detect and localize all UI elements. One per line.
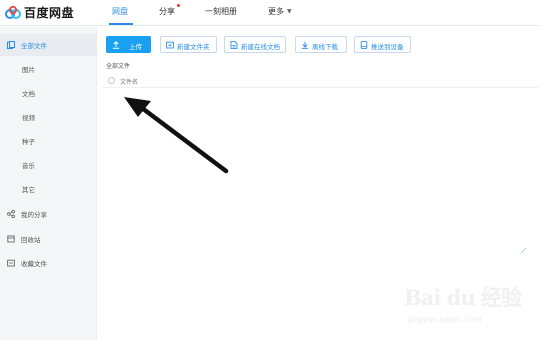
select-all-checkbox[interactable] <box>108 77 115 84</box>
sidebar-item-label: 收藏文件 <box>21 260 47 268</box>
watermark-main: Bai du 经验 <box>404 285 522 310</box>
trash-icon <box>7 235 15 243</box>
sidebar-item-recycle-bin[interactable]: 回收站 <box>0 228 97 250</box>
nav-share[interactable]: 分享 <box>159 6 175 17</box>
sidebar-item-favorites[interactable]: 收藏文件 <box>0 252 97 274</box>
sidebar-item-label: 我的分享 <box>21 211 47 219</box>
nav-album[interactable]: 一刻相册 <box>205 6 237 17</box>
sidebar-item-other[interactable]: 其它 <box>0 178 97 200</box>
push-to-device-label: 推送到设备 <box>371 43 404 51</box>
offline-download-label: 离线下载 <box>312 43 338 51</box>
breadcrumb[interactable]: 全部文件 <box>106 61 130 70</box>
push-to-device-button[interactable]: 推送到设备 <box>354 36 411 53</box>
sidebar-item-documents[interactable]: 文档 <box>0 82 97 104</box>
resize-corner-icon: ⟋ <box>521 247 526 255</box>
sidebar-item-label: 全部文件 <box>21 42 47 50</box>
sidebar-item-images[interactable]: 图片 <box>0 58 97 80</box>
annotation-arrow-head <box>124 97 151 117</box>
offline-download-button[interactable]: 离线下载 <box>295 36 347 53</box>
download-icon <box>301 41 309 49</box>
notification-dot <box>177 4 180 7</box>
sidebar-item-label: 音乐 <box>22 162 35 170</box>
sidebar-item-videos[interactable]: 视频 <box>0 106 97 128</box>
sidebar-item-label: 视频 <box>22 114 35 122</box>
sidebar-item-label: 回收站 <box>21 236 41 244</box>
sidebar: 全部文件 图片 文档 视频 种子 音乐 其它 我的分享 回收站 收藏文件 <box>0 27 97 340</box>
nav-netdisk[interactable]: 网盘 <box>112 6 128 17</box>
nav-more-label: 更多 <box>268 7 284 16</box>
app-logo[interactable]: 百度网盘 <box>5 4 74 21</box>
folder-star-icon <box>7 259 15 267</box>
cloud-logo-icon <box>5 6 21 19</box>
sidebar-item-label: 种子 <box>22 138 35 146</box>
sidebar-item-label: 文档 <box>22 90 35 98</box>
sidebar-item-label: 图片 <box>22 66 35 74</box>
sidebar-item-label: 其它 <box>22 186 35 194</box>
sidebar-item-torrents[interactable]: 种子 <box>0 130 97 152</box>
watermark-sub: jingyan.baidu.com <box>408 315 482 324</box>
upload-icon <box>112 41 120 49</box>
file-list-header: 文件名 <box>102 74 538 88</box>
new-online-doc-button[interactable]: 新建在线文档 <box>224 36 286 53</box>
nav-active-indicator <box>109 23 133 25</box>
chevron-down-icon: ▼ <box>287 8 292 15</box>
files-icon <box>7 41 15 49</box>
share-icon <box>7 210 15 218</box>
nav-more[interactable]: 更多 ▼ <box>268 6 292 17</box>
new-online-doc-label: 新建在线文档 <box>241 43 280 51</box>
new-folder-button[interactable]: 新建文件夹 <box>160 36 217 53</box>
new-folder-icon <box>166 41 174 49</box>
upload-label: 上传 <box>129 43 142 51</box>
sidebar-item-my-shares[interactable]: 我的分享 <box>0 203 97 225</box>
annotation-arrow-shaft <box>139 105 229 174</box>
sidebar-item-all-files[interactable]: 全部文件 <box>0 34 97 56</box>
watermark: Bai du 经验 jingyan.baidu.com <box>404 282 524 330</box>
device-icon <box>360 41 368 49</box>
top-bar: 百度网盘 网盘 分享 一刻相册 更多 ▼ <box>0 0 540 26</box>
upload-button[interactable]: 上传 <box>106 36 151 53</box>
logo-text: 百度网盘 <box>24 6 75 20</box>
column-header-filename[interactable]: 文件名 <box>120 77 138 86</box>
sidebar-item-music[interactable]: 音乐 <box>0 154 97 176</box>
new-folder-label: 新建文件夹 <box>177 43 210 51</box>
new-doc-icon <box>230 41 238 49</box>
